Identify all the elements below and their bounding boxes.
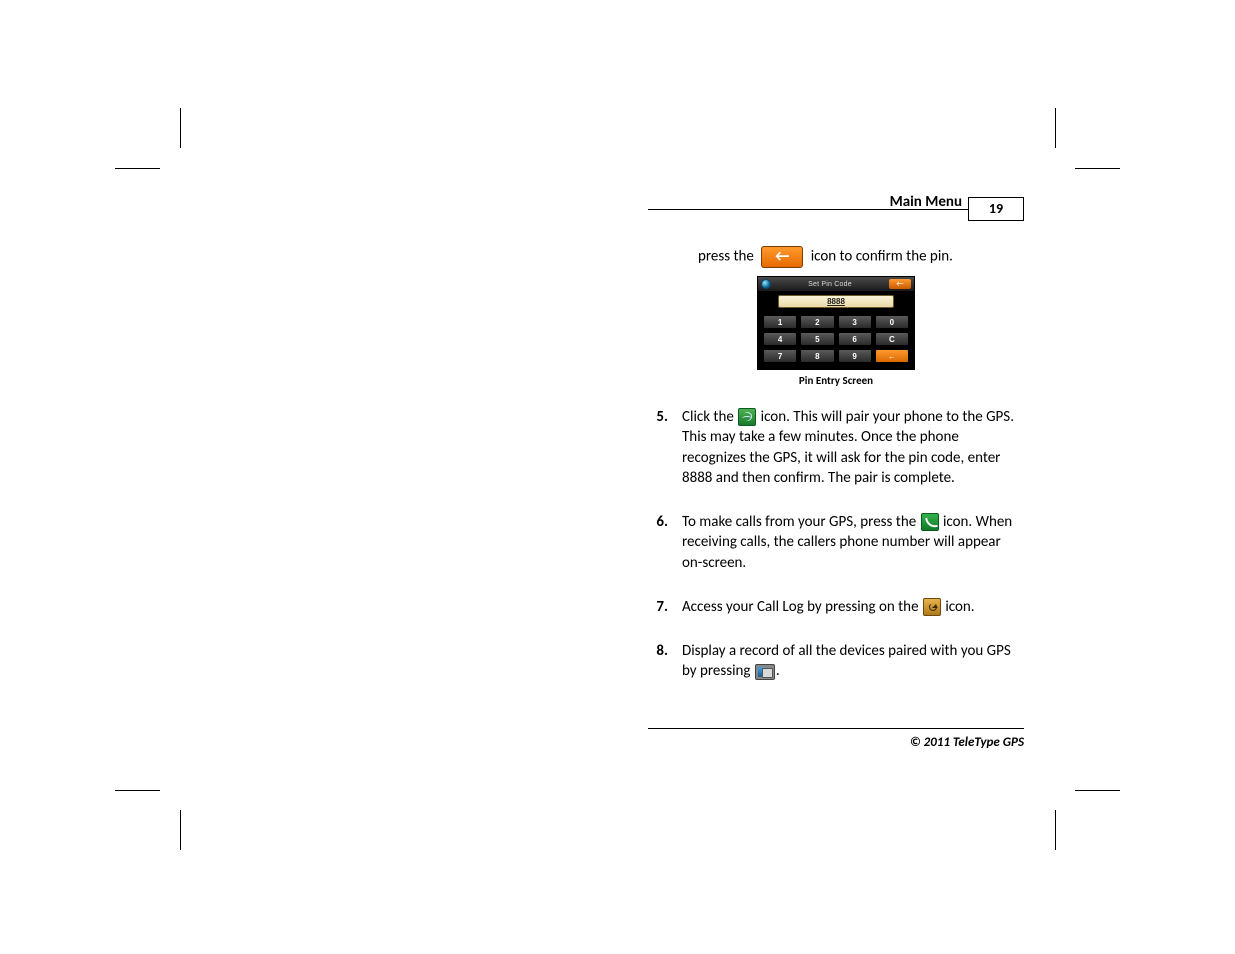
step-item: 6. To make calls from your GPS, press th… — [648, 512, 1024, 573]
pin-key: 7 — [763, 349, 797, 363]
step-body: Access your Call Log by pressing on the … — [682, 597, 1024, 617]
call-log-icon — [923, 598, 941, 616]
figure-caption: Pin Entry Screen — [648, 374, 1024, 387]
crop-mark-tl — [115, 108, 185, 178]
page-header: Main Menu 19 — [648, 190, 1024, 210]
crop-mark-br — [1050, 780, 1120, 850]
step-text-before: Click the — [682, 408, 734, 426]
step-body: Display a record of all the devices pair… — [682, 641, 1024, 682]
step-number: 6. — [648, 512, 668, 573]
pin-entry-screenshot: Set Pin Code 8888 1 2 3 0 4 5 6 C 7 8 9 — [757, 276, 915, 370]
step-body: Click the icon. This will pair your phon… — [682, 407, 1024, 488]
pin-key: 3 — [838, 315, 872, 329]
pin-key: 5 — [800, 332, 834, 346]
step-body: To make calls from your GPS, press the i… — [682, 512, 1024, 573]
bluetooth-icon — [738, 408, 756, 426]
pin-key: 9 — [838, 349, 872, 363]
page-number: 19 — [968, 197, 1024, 221]
pin-keypad: 1 2 3 0 4 5 6 C 7 8 9 — [758, 312, 914, 369]
intro-text: press the icon to confirm the pin. — [648, 246, 1024, 268]
page-content: Main Menu 19 press the icon to confirm t… — [648, 190, 1024, 706]
pin-key: 6 — [838, 332, 872, 346]
intro-before: press the — [698, 248, 754, 266]
step-text-before: To make calls from your GPS, press the — [682, 513, 916, 531]
crop-mark-tr — [1050, 108, 1120, 178]
pin-key: C — [875, 332, 909, 346]
step-number: 7. — [648, 597, 668, 617]
section-title: Main Menu — [890, 193, 962, 211]
step-item: 7. Access your Call Log by pressing on t… — [648, 597, 1024, 617]
pin-title: Set Pin Code — [774, 281, 886, 288]
crop-mark-bl — [115, 780, 185, 850]
step-text-after: . — [776, 662, 780, 680]
pin-confirm-icon — [889, 279, 911, 289]
pin-display: 8888 — [778, 295, 894, 308]
pin-back-icon — [761, 279, 771, 289]
step-number: 5. — [648, 407, 668, 488]
step-text-before: Display a record of all the devices pair… — [682, 642, 1011, 680]
pin-key: 1 — [763, 315, 797, 329]
page-footer: © 2011 TeleType GPS — [648, 728, 1024, 750]
pin-entry-figure: Set Pin Code 8888 1 2 3 0 4 5 6 C 7 8 9 … — [648, 276, 1024, 387]
step-text-before: Access your Call Log by pressing on the — [682, 598, 919, 616]
pin-titlebar: Set Pin Code — [758, 277, 914, 291]
pin-key: 8 — [800, 349, 834, 363]
instruction-list: 5. Click the icon. This will pair your p… — [648, 407, 1024, 682]
pin-key: 0 — [875, 315, 909, 329]
pin-key-enter — [875, 349, 909, 363]
paired-devices-icon — [755, 664, 775, 680]
intro-after: icon to confirm the pin. — [811, 248, 953, 266]
pin-key: 2 — [800, 315, 834, 329]
phone-icon — [921, 513, 939, 531]
step-item: 5. Click the icon. This will pair your p… — [648, 407, 1024, 488]
step-item: 8. Display a record of all the devices p… — [648, 641, 1024, 682]
enter-arrow-icon — [761, 246, 803, 268]
step-number: 8. — [648, 641, 668, 682]
step-text-after: icon. — [945, 598, 974, 616]
pin-key: 4 — [763, 332, 797, 346]
